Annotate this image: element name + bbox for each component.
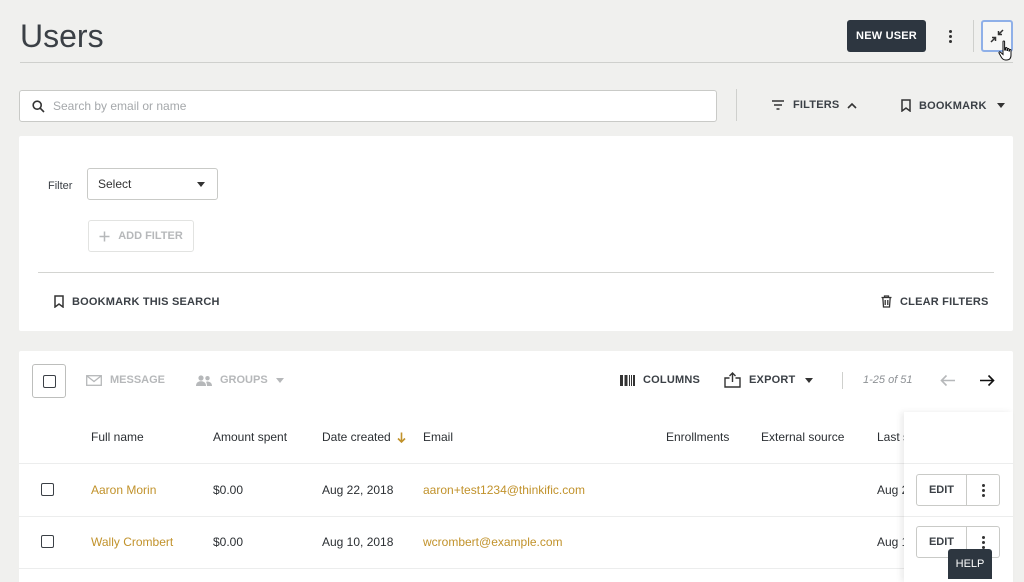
search-icon	[32, 99, 45, 113]
select-all-checkbox[interactable]	[32, 364, 66, 398]
add-filter-button[interactable]: ADD FILTER	[88, 220, 194, 252]
export-icon	[724, 372, 741, 388]
envelope-icon	[86, 374, 102, 386]
caret-down-icon	[996, 103, 1005, 108]
export-label: EXPORT	[749, 374, 796, 386]
row-checkbox[interactable]	[41, 483, 54, 496]
amount-spent-cell: $0.00	[213, 535, 244, 549]
checkbox-box	[42, 374, 56, 388]
edit-button[interactable]: EDIT	[916, 474, 967, 506]
title-divider	[20, 62, 1013, 63]
caret-down-icon	[275, 377, 284, 383]
caret-down-icon	[197, 181, 205, 187]
group-icon	[196, 374, 212, 386]
date-created-cell: Aug 10, 2018	[322, 535, 394, 549]
last-sign-in-cell: Aug 1	[877, 535, 904, 549]
column-header-date-created-label: Date created	[322, 430, 391, 444]
user-name-link[interactable]: Wally Crombert	[91, 535, 173, 549]
caret-down-icon	[805, 377, 814, 383]
header-row-divider	[19, 463, 904, 464]
groups-button[interactable]: GROUPS	[196, 374, 284, 386]
email-link[interactable]: aaron+test1234@thinkific.com	[423, 483, 585, 497]
amount-spent-cell: $0.00	[213, 483, 244, 497]
arrow-left-icon[interactable]	[940, 374, 956, 387]
bookmark-icon	[54, 295, 64, 308]
pointer-cursor-icon	[998, 40, 1012, 61]
plus-icon	[99, 231, 110, 241]
last-sign-in-cell: Aug 2	[877, 483, 904, 497]
column-header-email[interactable]: Email	[423, 430, 453, 444]
filter-lines-icon	[772, 100, 784, 110]
row-divider	[19, 568, 904, 569]
arrow-right-icon[interactable]	[979, 374, 995, 387]
row-more-options-icon[interactable]	[967, 474, 1000, 506]
bookmark-label: BOOKMARK	[919, 99, 987, 112]
export-button[interactable]: EXPORT	[724, 372, 814, 388]
message-button[interactable]: MESSAGE	[86, 374, 165, 386]
email-link[interactable]: wcrombert@example.com	[423, 535, 563, 549]
row-checkbox[interactable]	[41, 535, 54, 548]
groups-label: GROUPS	[220, 374, 268, 386]
column-header-last-sign-in[interactable]: Last s	[877, 430, 904, 444]
more-options-icon[interactable]	[940, 26, 960, 46]
column-header-enrollments[interactable]: Enrollments	[666, 430, 729, 444]
bookmark-search-button[interactable]: BOOKMARK THIS SEARCH	[54, 295, 220, 308]
bookmark-button[interactable]: BOOKMARK	[901, 99, 1005, 112]
pagination-divider	[842, 372, 843, 389]
pagination-count: 1-25 of 51	[863, 374, 913, 386]
bookmark-search-label: BOOKMARK THIS SEARCH	[72, 295, 220, 308]
column-header-full-name[interactable]: Full name	[91, 430, 144, 444]
clear-filters-label: CLEAR FILTERS	[900, 295, 989, 308]
help-button[interactable]: HELP	[948, 549, 992, 579]
columns-button[interactable]: COLUMNS	[620, 374, 700, 386]
filter-panel-divider	[38, 272, 994, 273]
page-title: Users	[20, 18, 104, 54]
search-input[interactable]	[53, 99, 653, 113]
filters-button[interactable]: FILTERS	[771, 99, 857, 111]
filter-select[interactable]: Select	[87, 168, 218, 200]
header-divider	[973, 20, 974, 52]
trash-icon	[881, 295, 892, 308]
actions-row-divider	[904, 516, 1013, 517]
date-created-cell: Aug 22, 2018	[322, 483, 394, 497]
search-field[interactable]	[19, 90, 717, 122]
search-divider	[736, 89, 737, 121]
new-user-button[interactable]: NEW USER	[847, 20, 926, 52]
user-name-link[interactable]: Aaron Morin	[91, 483, 156, 497]
clear-filters-button[interactable]: CLEAR FILTERS	[881, 295, 989, 308]
filters-label: FILTERS	[793, 99, 840, 111]
columns-label: COLUMNS	[643, 374, 701, 386]
column-header-amount-spent[interactable]: Amount spent	[213, 430, 287, 444]
add-filter-label: ADD FILTER	[118, 230, 183, 242]
bookmark-icon	[901, 99, 911, 112]
filter-label: Filter	[48, 180, 73, 192]
filter-select-value: Select	[98, 177, 132, 191]
actions-header-divider	[904, 463, 1013, 464]
message-label: MESSAGE	[110, 374, 166, 386]
sort-arrow-down-icon	[397, 432, 406, 443]
row-divider	[19, 516, 904, 517]
column-header-date-created[interactable]: Date created	[322, 430, 406, 444]
column-header-external-source[interactable]: External source	[761, 430, 844, 444]
chevron-up-icon	[847, 102, 857, 109]
columns-icon	[620, 374, 635, 386]
